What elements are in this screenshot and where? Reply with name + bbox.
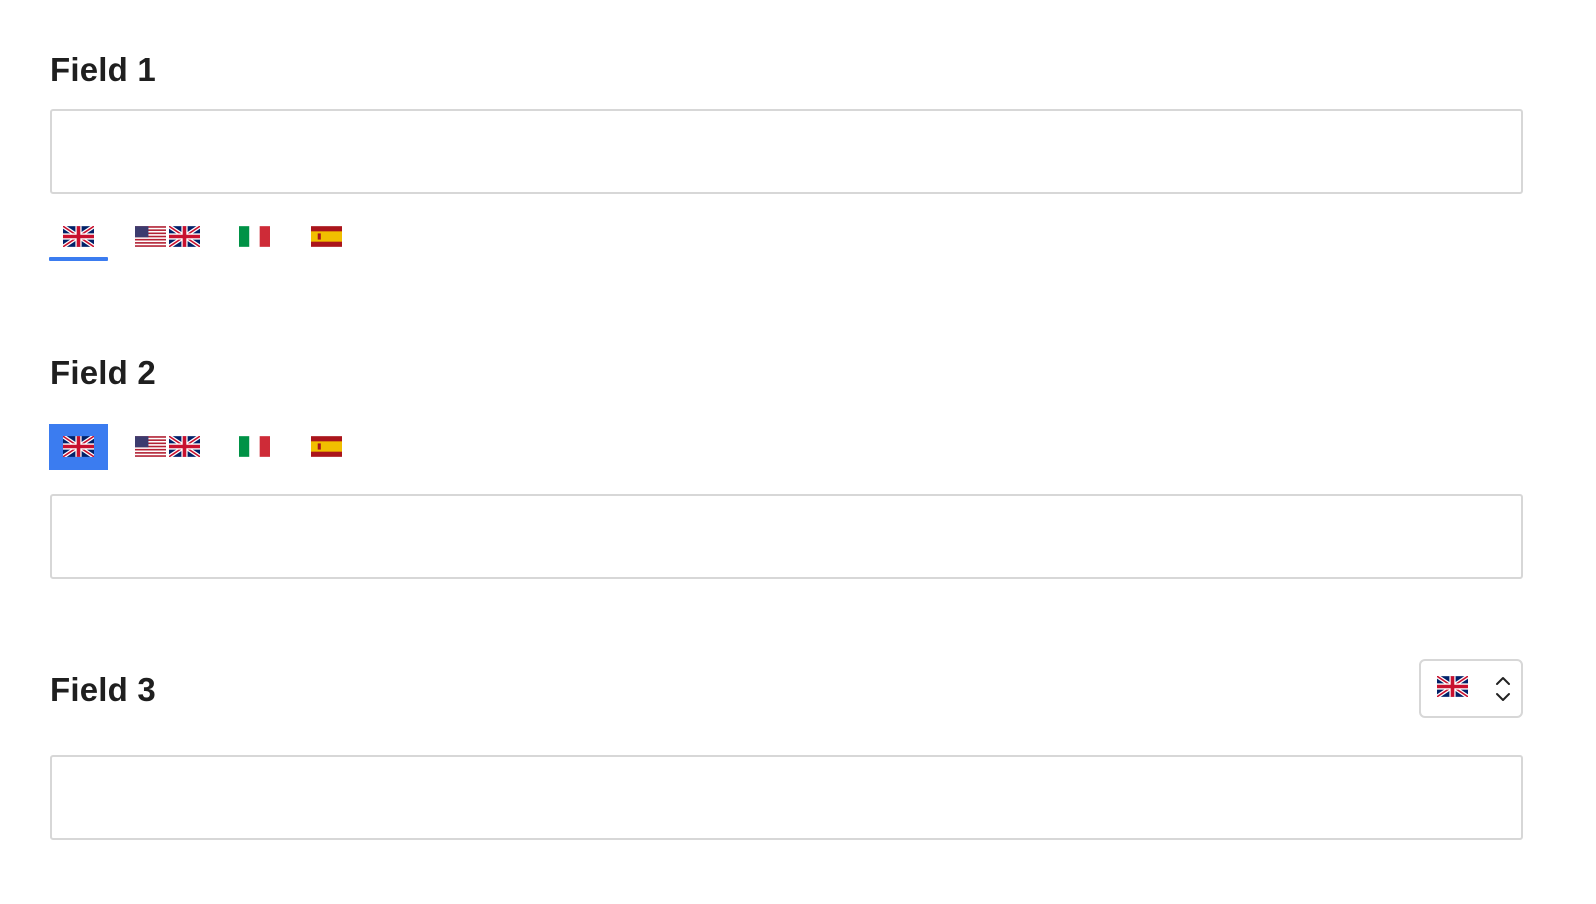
spain-flag-icon — [311, 226, 342, 247]
chevron-up-down-icon — [1496, 677, 1510, 701]
field-1-tab-uk[interactable] — [49, 214, 108, 261]
field-2-input[interactable] — [50, 494, 1523, 579]
field-2-language-tabs — [49, 424, 369, 470]
field-3-language-select[interactable] — [1419, 659, 1523, 718]
spain-flag-icon — [311, 436, 342, 457]
italy-flag-icon — [239, 226, 270, 247]
field-1-tab-italian[interactable] — [227, 214, 282, 260]
uk-flag-icon — [1435, 674, 1470, 699]
uk-flag-icon — [63, 226, 94, 247]
uk-flag-icon — [169, 226, 200, 247]
field-1-tab-us-uk[interactable] — [129, 214, 207, 260]
field-2-tab-spanish[interactable] — [299, 424, 356, 470]
field-1-tab-spanish[interactable] — [299, 214, 356, 260]
us-flag-icon — [135, 436, 166, 457]
field-1-label: Field 1 — [50, 51, 156, 88]
uk-flag-icon — [63, 436, 94, 457]
field-3-label: Field 3 — [50, 671, 156, 708]
us-flag-icon — [135, 226, 166, 247]
italy-flag-icon — [239, 436, 270, 457]
field-1-input[interactable] — [50, 109, 1523, 194]
uk-flag-icon — [169, 436, 200, 457]
selected-language — [1435, 674, 1470, 702]
field-2-tab-italian[interactable] — [227, 424, 282, 470]
field-2-tab-uk[interactable] — [49, 424, 108, 470]
field-2-tab-us-uk[interactable] — [129, 424, 207, 470]
field-3-input[interactable] — [50, 755, 1523, 840]
field-2-label: Field 2 — [50, 354, 156, 391]
field-1-language-tabs — [49, 214, 369, 261]
